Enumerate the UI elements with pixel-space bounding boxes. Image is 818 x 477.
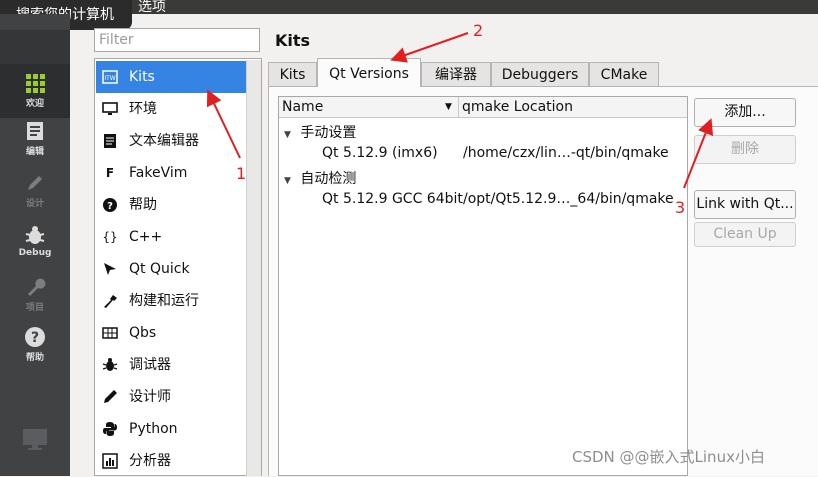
annotation-label-2: 2 [473,21,484,40]
annotation-arrow-1 [206,89,241,159]
annotation-label-1: 1 [236,164,247,183]
annotation-arrow-3 [683,118,714,189]
annotation-label-3: 3 [675,198,686,217]
annotation-arrow-2 [390,32,469,63]
watermark: CSDN @@嵌入式Linux小白 [572,448,765,466]
annotation-arrows [206,32,714,189]
